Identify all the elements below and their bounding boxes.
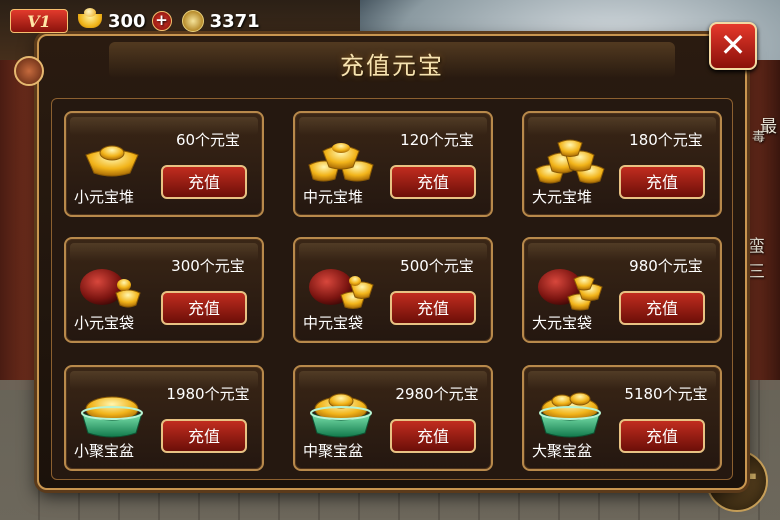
scene-side-text: 毒 bbox=[752, 130, 766, 145]
small-treasure-bowl-icon bbox=[81, 396, 143, 438]
recharge-button[interactable]: 充值 bbox=[390, 165, 476, 199]
close-button[interactable]: ✕ bbox=[709, 22, 757, 70]
package-card: 500个元宝 充值 中元宝袋 bbox=[293, 237, 493, 343]
recharge-button[interactable]: 充值 bbox=[161, 165, 247, 199]
package-card: 120个元宝 充值 中元宝堆 bbox=[293, 111, 493, 217]
package-amount: 60个元宝 bbox=[175, 131, 241, 149]
package-name: 大元宝堆 bbox=[532, 188, 593, 206]
gold-ingot-value: 300 bbox=[108, 10, 146, 32]
package-name: 小聚宝盆 bbox=[74, 442, 135, 460]
package-card: 2980个元宝 充值 中聚宝盆 bbox=[293, 365, 493, 471]
recharge-button[interactable]: 充值 bbox=[619, 419, 705, 453]
package-name: 小元宝袋 bbox=[74, 314, 135, 332]
package-card: 180个元宝 充值 大元宝堆 bbox=[522, 111, 722, 217]
coin-counter: 3371 bbox=[181, 10, 260, 32]
recharge-panel: 充值元宝 ✕ 60个元宝 充值 小元宝堆 120个元宝 充值 中元宝堆 180个… bbox=[37, 22, 757, 490]
add-gold-button[interactable]: + bbox=[151, 11, 172, 31]
scene-side-text: 蛮三 bbox=[748, 237, 765, 282]
package-amount: 5180个元宝 bbox=[624, 385, 708, 403]
gold-ingot-icon bbox=[78, 8, 102, 28]
package-amount: 2980个元宝 bbox=[395, 385, 479, 403]
gold-ingot-counter: 300 + bbox=[78, 8, 172, 32]
recharge-button[interactable]: 充值 bbox=[390, 291, 476, 325]
package-amount: 180个元宝 bbox=[629, 131, 703, 149]
coin-icon bbox=[181, 10, 204, 32]
medium-treasure-bowl-icon bbox=[310, 393, 372, 438]
medium-ingot-pile-icon bbox=[308, 143, 374, 182]
package-card: 1980个元宝 充值 小聚宝盆 bbox=[64, 365, 264, 471]
small-ingot-pile-icon bbox=[85, 145, 139, 177]
side-menu-button[interactable] bbox=[14, 56, 44, 86]
package-name: 小元宝堆 bbox=[74, 188, 135, 206]
vip-badge[interactable]: V1 bbox=[10, 9, 68, 33]
recharge-button[interactable]: 充值 bbox=[161, 419, 247, 453]
recharge-button[interactable]: 充值 bbox=[161, 291, 247, 325]
coin-value: 3371 bbox=[209, 10, 260, 32]
large-treasure-bowl-icon bbox=[539, 392, 601, 438]
package-amount: 980个元宝 bbox=[629, 257, 703, 275]
package-amount: 300个元宝 bbox=[171, 257, 245, 275]
top-hud: V1 300 + 3371 bbox=[10, 8, 260, 34]
package-card: 980个元宝 充值 大元宝袋 bbox=[522, 237, 722, 343]
package-card: 300个元宝 充值 小元宝袋 bbox=[64, 237, 264, 343]
package-name: 大聚宝盆 bbox=[532, 442, 593, 460]
package-amount: 1980个元宝 bbox=[166, 385, 250, 403]
package-card: 5180个元宝 充值 大聚宝盆 bbox=[522, 365, 722, 471]
large-ingot-pile-icon bbox=[535, 139, 605, 184]
package-name: 中元宝堆 bbox=[303, 188, 364, 206]
recharge-button[interactable]: 充值 bbox=[619, 291, 705, 325]
medium-ingot-bag-icon bbox=[309, 269, 374, 309]
panel-title: 充值元宝 bbox=[340, 52, 444, 80]
scene-left-pillar bbox=[0, 60, 40, 390]
package-amount: 500个元宝 bbox=[400, 257, 474, 275]
package-name: 中聚宝盆 bbox=[303, 442, 364, 460]
large-ingot-bag-icon bbox=[538, 269, 603, 311]
package-card: 60个元宝 充值 小元宝堆 bbox=[64, 111, 264, 217]
small-ingot-bag-icon bbox=[80, 269, 141, 308]
package-amount: 120个元宝 bbox=[400, 131, 474, 149]
recharge-button[interactable]: 充值 bbox=[619, 165, 705, 199]
package-grid: 60个元宝 充值 小元宝堆 120个元宝 充值 中元宝堆 180个元宝 充值 大… bbox=[51, 98, 733, 480]
package-name: 中元宝袋 bbox=[303, 314, 364, 332]
package-name: 大元宝袋 bbox=[532, 314, 593, 332]
recharge-button[interactable]: 充值 bbox=[390, 419, 476, 453]
